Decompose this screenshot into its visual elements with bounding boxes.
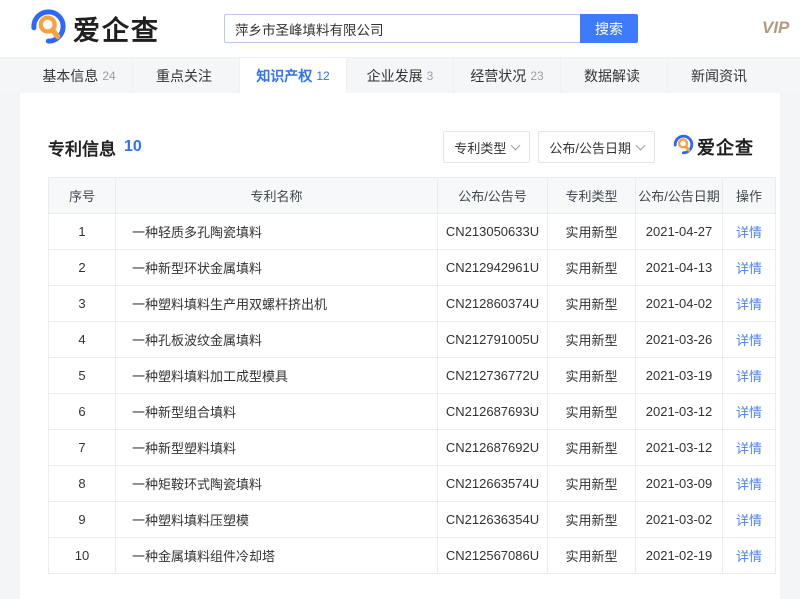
tab-data-interpretation[interactable]: 数据解读: [561, 58, 668, 93]
detail-link[interactable]: 详情: [736, 441, 762, 456]
search-button[interactable]: 搜索: [580, 14, 638, 43]
aiqicha-watermark-icon: [673, 134, 694, 160]
table-row: 9 一种塑料填料压塑模 CN212636354U 实用新型 2021-03-02…: [49, 502, 776, 538]
section-count: 10: [124, 138, 142, 156]
patent-type: 实用新型: [548, 466, 636, 502]
detail-link[interactable]: 详情: [736, 225, 762, 240]
detail-link[interactable]: 详情: [736, 549, 762, 564]
tab-basic-info[interactable]: 基本信息 24: [26, 58, 133, 93]
company-tabbar: 基本信息 24 重点关注 知识产权 12 企业发展 3 经营状况 23 数据解读…: [0, 57, 800, 93]
patent-type: 实用新型: [548, 430, 636, 466]
detail-link[interactable]: 详情: [736, 405, 762, 420]
publication-date: 2021-04-13: [636, 250, 723, 286]
detail-link[interactable]: 详情: [736, 333, 762, 348]
patent-section-header: 专利信息 10 专利类型 公布/公告日期 爱企查: [48, 131, 754, 163]
publication-no: CN212636354U: [438, 502, 548, 538]
publication-date: 2021-04-02: [636, 286, 723, 322]
patent-name: 一种轻质多孔陶瓷填料: [116, 214, 438, 250]
patent-name: 一种塑料填料加工成型模具: [116, 358, 438, 394]
content-card: 专利信息 10 专利类型 公布/公告日期 爱企查: [20, 93, 780, 599]
publication-no: CN212663574U: [438, 466, 548, 502]
patent-name: 一种新型组合填料: [116, 394, 438, 430]
publication-date: 2021-03-12: [636, 430, 723, 466]
table-row: 10 一种金属填料组件冷却塔 CN212567086U 实用新型 2021-02…: [49, 538, 776, 574]
publication-date: 2021-03-12: [636, 394, 723, 430]
patent-type: 实用新型: [548, 394, 636, 430]
table-row: 4 一种孔板波纹金属填料 CN212791005U 实用新型 2021-03-2…: [49, 322, 776, 358]
chevron-down-icon: [511, 140, 521, 150]
publication-no: CN212687693U: [438, 394, 548, 430]
tab-business-status[interactable]: 经营状况 23: [454, 58, 561, 93]
patent-name: 一种塑料填料压塑模: [116, 502, 438, 538]
publication-no: CN212687692U: [438, 430, 548, 466]
section-title: 专利信息: [48, 135, 116, 160]
table-row: 1 一种轻质多孔陶瓷填料 CN213050633U 实用新型 2021-04-2…: [49, 214, 776, 250]
company-search: 搜索: [224, 14, 638, 43]
col-header-patent-name: 专利名称: [116, 178, 438, 214]
table-row: 3 一种塑料填料生产用双螺杆挤出机 CN212860374U 实用新型 2021…: [49, 286, 776, 322]
patent-type: 实用新型: [548, 538, 636, 574]
tab-key-focus[interactable]: 重点关注: [133, 58, 240, 93]
patent-type: 实用新型: [548, 358, 636, 394]
table-row: 2 一种新型环状金属填料 CN212942961U 实用新型 2021-04-1…: [49, 250, 776, 286]
patent-name: 一种孔板波纹金属填料: [116, 322, 438, 358]
chevron-down-icon: [636, 140, 646, 150]
patent-table: 序号 专利名称 公布/公告号 专利类型 公布/公告日期 操作 1 一种轻质多孔陶…: [48, 177, 776, 574]
col-header-index: 序号: [49, 178, 116, 214]
publication-no: CN212736772U: [438, 358, 548, 394]
aiqicha-logo-icon: [30, 8, 67, 50]
aiqicha-logo[interactable]: 爱企查: [30, 8, 160, 50]
detail-link[interactable]: 详情: [736, 477, 762, 492]
detail-link[interactable]: 详情: [736, 369, 762, 384]
search-input[interactable]: [224, 14, 580, 43]
table-row: 8 一种矩鞍环式陶瓷填料 CN212663574U 实用新型 2021-03-0…: [49, 466, 776, 502]
patent-name: 一种新型环状金属填料: [116, 250, 438, 286]
publication-no: CN212791005U: [438, 322, 548, 358]
table-header-row: 序号 专利名称 公布/公告号 专利类型 公布/公告日期 操作: [49, 178, 776, 214]
publication-no: CN212942961U: [438, 250, 548, 286]
patent-name: 一种金属填料组件冷却塔: [116, 538, 438, 574]
top-header: 爱企查 搜索 VIP: [0, 0, 800, 57]
patent-type: 实用新型: [548, 502, 636, 538]
patent-type: 实用新型: [548, 250, 636, 286]
patent-type: 实用新型: [548, 286, 636, 322]
col-header-publication-no: 公布/公告号: [438, 178, 548, 214]
publication-no: CN213050633U: [438, 214, 548, 250]
publication-date: 2021-03-09: [636, 466, 723, 502]
publication-date: 2021-03-26: [636, 322, 723, 358]
detail-link[interactable]: 详情: [736, 513, 762, 528]
publication-date: 2021-04-27: [636, 214, 723, 250]
patent-name: 一种新型塑料填料: [116, 430, 438, 466]
tab-enterprise-development[interactable]: 企业发展 3: [347, 58, 454, 93]
publication-date: 2021-03-19: [636, 358, 723, 394]
col-header-publication-date: 公布/公告日期: [636, 178, 723, 214]
aiqicha-watermark-text: 爱企查: [697, 134, 754, 160]
detail-link[interactable]: 详情: [736, 261, 762, 276]
publication-no: CN212567086U: [438, 538, 548, 574]
col-header-action: 操作: [723, 178, 776, 214]
table-row: 6 一种新型组合填料 CN212687693U 实用新型 2021-03-12 …: [49, 394, 776, 430]
col-header-patent-type: 专利类型: [548, 178, 636, 214]
patent-type-filter[interactable]: 专利类型: [443, 131, 530, 163]
publication-date: 2021-02-19: [636, 538, 723, 574]
patent-name: 一种矩鞍环式陶瓷填料: [116, 466, 438, 502]
tab-news[interactable]: 新闻资讯: [668, 58, 774, 93]
tab-intellectual-property[interactable]: 知识产权 12: [240, 58, 347, 93]
table-row: 7 一种新型塑料填料 CN212687692U 实用新型 2021-03-12 …: [49, 430, 776, 466]
patent-type: 实用新型: [548, 214, 636, 250]
detail-link[interactable]: 详情: [736, 297, 762, 312]
aiqicha-logo-text: 爱企查: [73, 9, 160, 48]
filter-group: 专利类型 公布/公告日期 爱企查: [443, 131, 754, 163]
aiqicha-watermark: 爱企查: [673, 134, 754, 160]
vip-badge[interactable]: VIP: [762, 18, 800, 38]
table-row: 5 一种塑料填料加工成型模具 CN212736772U 实用新型 2021-03…: [49, 358, 776, 394]
patent-type: 实用新型: [548, 322, 636, 358]
patent-name: 一种塑料填料生产用双螺杆挤出机: [116, 286, 438, 322]
publication-no: CN212860374U: [438, 286, 548, 322]
publication-date-filter[interactable]: 公布/公告日期: [538, 131, 655, 163]
publication-date: 2021-03-02: [636, 502, 723, 538]
